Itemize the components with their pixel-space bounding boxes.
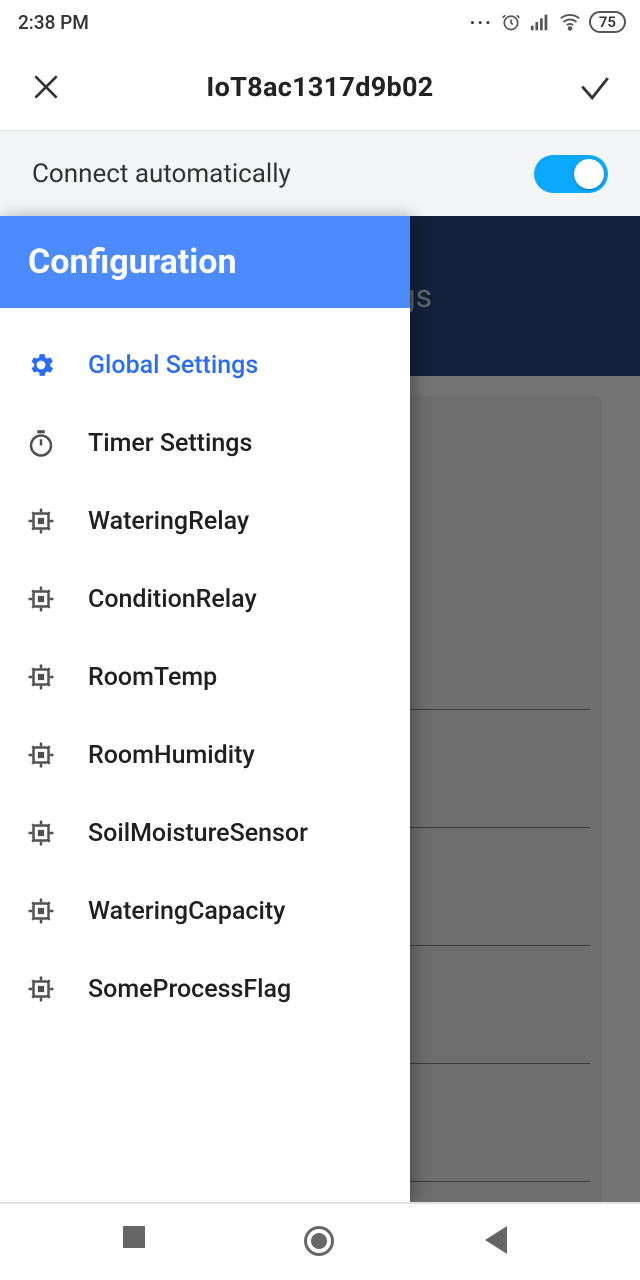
home-button[interactable]: [304, 1226, 336, 1258]
menu-item-global-settings[interactable]: Global Settings: [0, 326, 410, 404]
menu-item-label: SomeProcessFlag: [88, 975, 291, 1004]
menu-item-timer-settings[interactable]: Timer Settings: [0, 404, 410, 482]
battery-icon: 75: [589, 11, 626, 33]
more-icon: ···: [470, 11, 493, 34]
connect-auto-row: Connect automatically: [0, 130, 640, 216]
menu-item-roomhumidity[interactable]: RoomHumidity: [0, 716, 410, 794]
menu-item-label: RoomHumidity: [88, 741, 255, 770]
menu-item-wateringcapacity[interactable]: WateringCapacity: [0, 872, 410, 950]
status-bar: 2:38 PM ··· 75: [0, 0, 640, 44]
menu-item-label: WateringRelay: [88, 507, 249, 536]
connect-auto-toggle[interactable]: [534, 155, 608, 193]
chip-icon: [26, 818, 56, 848]
chip-icon: [26, 584, 56, 614]
drawer-menu: Global Settings Timer Settings WateringRel…: [0, 308, 410, 1028]
menu-item-label: ConditionRelay: [88, 585, 257, 614]
chip-icon: [26, 740, 56, 770]
chip-icon: [26, 662, 56, 692]
menu-item-label: SoilMoistureSensor: [88, 819, 308, 848]
chip-icon: [26, 896, 56, 926]
menu-item-soilmoisturesensor[interactable]: SoilMoistureSensor: [0, 794, 410, 872]
wifi-edit-header: IoT8ac1317d9b02: [0, 44, 640, 130]
menu-item-label: RoomTemp: [88, 663, 217, 692]
system-nav-bar: [0, 1202, 640, 1280]
wifi-icon: [559, 11, 581, 33]
gear-icon: [26, 350, 56, 380]
menu-item-roomtemp[interactable]: RoomTemp: [0, 638, 410, 716]
back-button[interactable]: [485, 1226, 517, 1258]
chip-icon: [26, 974, 56, 1004]
menu-item-label: Timer Settings: [88, 429, 252, 458]
menu-item-someprocessflag[interactable]: SomeProcessFlag: [0, 950, 410, 1028]
status-time: 2:38 PM: [18, 11, 89, 34]
drawer-title: Configuration: [0, 216, 410, 308]
toggle-knob: [574, 159, 604, 189]
recents-button[interactable]: [123, 1226, 155, 1258]
nav-drawer: Configuration Global Settings Timer Setti…: [0, 216, 410, 1202]
connect-auto-label: Connect automatically: [32, 159, 291, 189]
menu-item-label: Global Settings: [88, 351, 258, 380]
close-button[interactable]: [30, 71, 62, 103]
alarm-icon: [501, 12, 521, 32]
status-right: ··· 75: [470, 11, 626, 34]
chip-icon: [26, 506, 56, 536]
menu-item-wateringrelay[interactable]: WateringRelay: [0, 482, 410, 560]
menu-item-conditionrelay[interactable]: ConditionRelay: [0, 560, 410, 638]
confirm-button[interactable]: [578, 71, 610, 103]
menu-item-label: WateringCapacity: [88, 897, 285, 926]
page-title: IoT8ac1317d9b02: [206, 71, 433, 103]
timer-icon: [26, 428, 56, 458]
cell-signal-icon: [529, 11, 551, 33]
